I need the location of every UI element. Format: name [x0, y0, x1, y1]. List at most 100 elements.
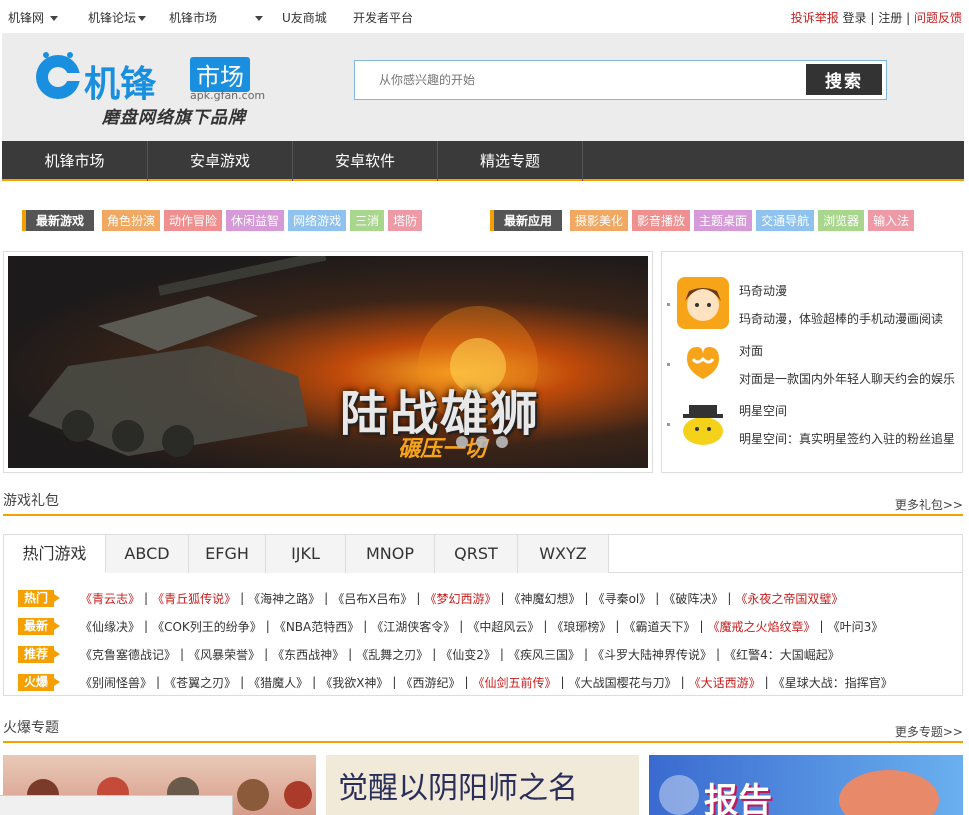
gift-game-link[interactable]: 《大战国樱花与刀》 — [569, 674, 677, 691]
gift-game-link[interactable]: 《红警4：大国崛起》 — [724, 646, 840, 663]
app-name[interactable]: 玛奇动漫 — [739, 282, 787, 299]
gift-game-link[interactable]: 《叶问3》 — [828, 618, 884, 635]
gift-game-link[interactable]: 《疾风三国》 — [508, 646, 580, 663]
app-name[interactable]: 对面 — [739, 342, 763, 359]
gift-game-link[interactable]: 《神魔幻想》 — [509, 590, 581, 607]
gift-game-link[interactable]: 《青云志》 — [80, 590, 140, 607]
tag-apps-3[interactable]: 交通导航 — [756, 210, 815, 231]
tab-abcd[interactable]: ABCD — [106, 535, 189, 573]
separator: | — [584, 591, 589, 605]
gift-game-link[interactable]: 《江湖侠客令》 — [371, 618, 455, 635]
gift-game-link[interactable]: 《COK列王的纷争》 — [152, 618, 262, 635]
gift-game-link[interactable]: 《中超风云》 — [467, 618, 539, 635]
gift-game-link[interactable]: 《西游纪》 — [400, 674, 460, 691]
manga-app-icon — [677, 277, 729, 329]
gift-game-link[interactable]: 《寻秦ol》 — [593, 590, 652, 607]
gift-game-link[interactable]: 《我欲X神》 — [320, 674, 388, 691]
tag-games-5[interactable]: 塔防 — [388, 210, 423, 231]
gift-game-link[interactable]: 《苍翼之刃》 — [164, 674, 236, 691]
search-input[interactable] — [355, 61, 795, 99]
app-desc: 对面是一款国内外年轻人聊天约会的娱乐 — [739, 372, 956, 386]
gift-game-link[interactable]: 《仙缘决》 — [80, 618, 140, 635]
tag-games-3[interactable]: 网络游戏 — [288, 210, 347, 231]
top-link-market[interactable]: 机锋市场 — [169, 9, 264, 26]
gift-game-link[interactable]: 《斗罗大陆神界传说》 — [592, 646, 712, 663]
tag-games-4[interactable]: 三消 — [350, 210, 385, 231]
top-link-shop[interactable]: U友商城 — [282, 9, 327, 26]
site-logo[interactable]: 机锋 市场 apk.gfan.com 磨盘网络旗下品牌 — [32, 47, 272, 128]
logo-text: 机锋 — [84, 64, 157, 105]
gift-game-link[interactable]: 《克鲁塞德战记》 — [80, 646, 176, 663]
gift-game-link[interactable]: 《乱舞之刃》 — [356, 646, 428, 663]
nav-games[interactable]: 安卓游戏 — [148, 141, 293, 181]
tag-games-0[interactable]: 角色扮演 — [102, 210, 161, 231]
carousel-dot[interactable] — [476, 436, 488, 448]
gift-game-link[interactable]: 《星球大战：指挥官》 — [773, 674, 893, 691]
app-name[interactable]: 明星空间 — [739, 402, 787, 419]
more-topics-link[interactable]: 更多专题>> — [895, 723, 963, 740]
gift-game-link[interactable]: 《仙剑五前传》 — [473, 674, 557, 691]
tag-apps-0[interactable]: 摄影美化 — [570, 210, 629, 231]
separator: | — [180, 647, 185, 661]
login-link[interactable]: 登录 — [843, 11, 867, 25]
gift-game-link[interactable]: 《NBA范特西》 — [274, 618, 359, 635]
gift-game-link[interactable]: 《别闹怪兽》 — [80, 674, 152, 691]
tab-mnop[interactable]: MNOP — [346, 535, 435, 573]
gift-game-link[interactable]: 《破阵决》 — [663, 590, 723, 607]
hero-banner[interactable]: 陆战雄狮 碾压一切 — [3, 251, 653, 473]
tab-qrst[interactable]: QRST — [435, 535, 518, 573]
gift-game-link[interactable]: 《青丘狐传说》 — [152, 590, 236, 607]
carousel-dot[interactable] — [456, 436, 468, 448]
horizontal-scrollbar[interactable] — [0, 795, 233, 815]
separator: | — [499, 647, 504, 661]
separator: | — [459, 619, 464, 633]
nav-topics[interactable]: 精选专题 — [438, 141, 583, 181]
app-item[interactable]: 对面 对面是一款国内外年轻人聊天约会的娱乐 — [662, 334, 962, 394]
tag-apps-2[interactable]: 主题桌面 — [694, 210, 753, 231]
gift-game-link[interactable]: 《大话西游》 — [689, 674, 761, 691]
gift-game-link[interactable]: 《风暴荣誉》 — [188, 646, 260, 663]
report-link[interactable]: 投诉举报 — [791, 11, 839, 25]
tab-efgh[interactable]: EFGH — [189, 535, 266, 573]
topic-title: 觉醒以阴阳师之名 — [338, 771, 578, 806]
top-link-developer[interactable]: 开发者平台 — [353, 9, 413, 26]
tab-ijkl[interactable]: IJKL — [266, 535, 346, 573]
gift-game-link[interactable]: 《永夜之帝国双璧》 — [735, 590, 843, 607]
gift-game-link[interactable]: 《猎魔人》 — [248, 674, 308, 691]
gift-game-link[interactable]: 《魔戒之火焰纹章》 — [708, 618, 816, 635]
topic-card[interactable]: 报告 — [649, 755, 963, 815]
tab-hot-games[interactable]: 热门游戏 — [4, 535, 106, 573]
gift-game-link[interactable]: 《琅琊榜》 — [551, 618, 611, 635]
gift-game-link[interactable]: 《仙变2》 — [440, 646, 496, 663]
featured-apps: 玛奇动漫 玛奇动漫，体验超棒的手机动漫画阅读 对面 对面是一款国内外年轻人聊天约… — [661, 251, 963, 473]
logo-badge: 市场 — [190, 57, 250, 92]
tag-games-2[interactable]: 休闲益智 — [226, 210, 285, 231]
gift-game-link[interactable]: 《吕布X吕布》 — [332, 590, 412, 607]
separator: | — [432, 647, 437, 661]
tag-apps-1[interactable]: 影音播放 — [632, 210, 691, 231]
register-link[interactable]: 注册 — [878, 11, 902, 25]
separator: | — [144, 619, 149, 633]
gift-game-link[interactable]: 《海神之路》 — [248, 590, 320, 607]
tag-apps-4[interactable]: 浏览器 — [818, 210, 865, 231]
nav-software[interactable]: 安卓软件 — [293, 141, 438, 181]
gift-game-link[interactable]: 《东西战神》 — [272, 646, 344, 663]
more-gifts-link[interactable]: 更多礼包>> — [895, 496, 963, 513]
gift-game-link[interactable]: 《梦幻西游》 — [424, 590, 496, 607]
topic-card[interactable]: 觉醒以阴阳师之名 — [326, 755, 639, 815]
top-link-forum[interactable]: 机锋论坛 — [88, 9, 147, 26]
nav-market[interactable]: 机锋市场 — [2, 141, 148, 181]
tag-apps-5[interactable]: 输入法 — [868, 210, 915, 231]
gift-game-link[interactable]: 《霸道天下》 — [623, 618, 695, 635]
row-label: 最新 — [18, 617, 60, 635]
search-button[interactable]: 搜索 — [806, 64, 882, 95]
feedback-link[interactable]: 问题反馈 — [914, 11, 962, 25]
gift-row-new: 最新 《仙缘决》 | 《COK列王的纷争》 | 《NBA范特西》 | 《江湖侠客令》 | 《中超… — [18, 616, 883, 636]
tag-games-1[interactable]: 动作冒险 — [164, 210, 223, 231]
app-item[interactable]: 玛奇动漫 玛奇动漫，体验超棒的手机动漫画阅读 — [662, 274, 962, 334]
tab-wxyz[interactable]: WXYZ — [518, 535, 609, 573]
app-item[interactable]: 明星空间 明星空间：真实明星签约入驻的粉丝追星 — [662, 394, 962, 454]
top-link-gfan[interactable]: 机锋网 — [8, 9, 59, 26]
gift-row-hot: 热门 《青云志》 | 《青丘狐传说》 | 《海神之路》 | 《吕布X吕布》 | 《梦幻西游》 | 《… — [18, 588, 843, 608]
carousel-dot[interactable] — [496, 436, 508, 448]
